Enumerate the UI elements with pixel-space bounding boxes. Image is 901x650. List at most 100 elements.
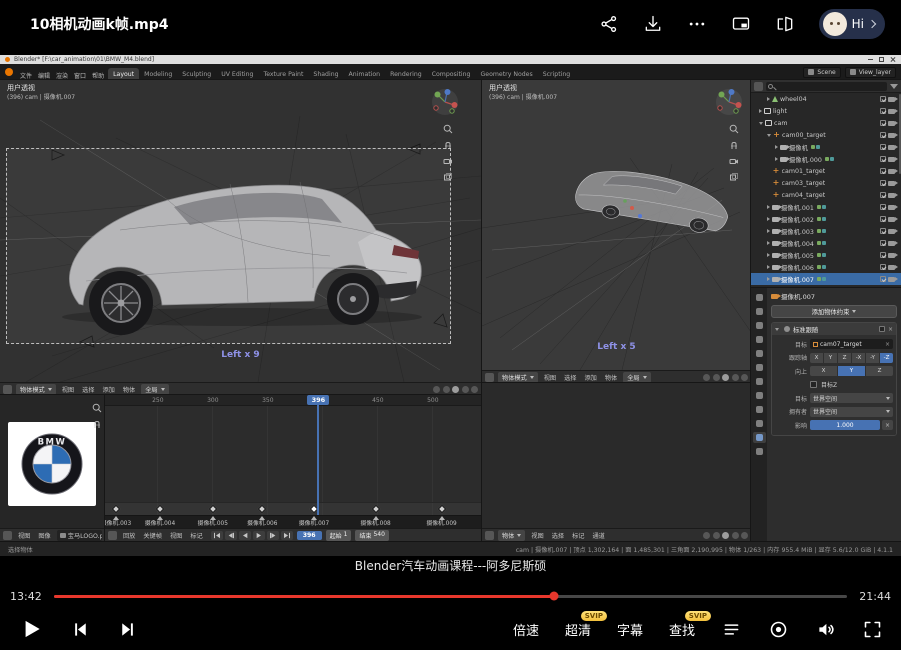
disclosure-icon[interactable] <box>759 109 762 113</box>
camera-toggle-icon[interactable] <box>888 97 895 102</box>
properties-tab-world[interactable] <box>753 362 766 373</box>
frame-end-field[interactable]: 结束540 <box>355 530 388 541</box>
outliner-item[interactable]: 摄像机.004 <box>751 237 901 249</box>
filter-icon[interactable] <box>890 84 898 89</box>
properties-tab-output[interactable] <box>753 320 766 331</box>
outliner-search-input[interactable] <box>766 82 887 91</box>
editor-type-icon[interactable] <box>108 531 117 540</box>
frame-start-field[interactable]: 起始1 <box>326 530 352 541</box>
disclosure-icon[interactable] <box>767 253 770 257</box>
viewport-menu[interactable]: 通道 <box>591 531 607 540</box>
scene-select[interactable]: Scene <box>803 67 840 78</box>
jump-start-button[interactable] <box>211 531 223 540</box>
driver-remove-icon[interactable]: × <box>882 420 893 430</box>
app-menu[interactable]: 帮助 <box>89 71 107 80</box>
viewport-menu[interactable]: 选择 <box>562 373 578 382</box>
camera-toggle-icon[interactable] <box>888 205 895 210</box>
camera-toggle-icon[interactable] <box>888 169 895 174</box>
axis-option[interactable]: Z <box>838 353 851 363</box>
fullscreen-button[interactable] <box>862 619 883 640</box>
disclosure-icon[interactable] <box>767 217 770 221</box>
disclosure-icon[interactable] <box>759 122 763 125</box>
properties-tab-modifiers[interactable] <box>753 390 766 401</box>
axis-option[interactable]: X <box>810 366 837 376</box>
workspace-tab[interactable]: Shading <box>308 68 343 80</box>
find-button[interactable]: 查找SVIP <box>669 620 695 639</box>
zoom-icon[interactable] <box>92 403 102 413</box>
editor-menu[interactable]: 视图 <box>16 531 32 540</box>
influence-slider[interactable]: 1.000 <box>810 420 880 430</box>
toggle-icon[interactable] <box>722 532 729 539</box>
car-wireframe-model[interactable] <box>573 165 732 236</box>
editor-type-icon[interactable] <box>754 82 763 91</box>
checkbox-icon[interactable] <box>880 108 886 114</box>
properties-tab-render[interactable] <box>753 306 766 317</box>
disclosure-icon[interactable] <box>767 229 770 233</box>
timeline-keys[interactable] <box>105 502 481 515</box>
progress-bar[interactable] <box>54 595 848 598</box>
workspace-tab[interactable]: UV Editing <box>216 68 258 80</box>
camera-view-icon[interactable] <box>729 156 739 166</box>
editor-type-icon[interactable] <box>485 531 494 540</box>
navigation-gizmo-icon[interactable] <box>715 88 743 116</box>
camera-toggle-icon[interactable] <box>888 217 895 222</box>
enable-checkbox[interactable] <box>879 326 885 332</box>
app-menu[interactable]: 窗口 <box>71 71 89 80</box>
outliner-item[interactable]: +cam00_target <box>751 129 901 141</box>
target-field[interactable]: cam07_target× <box>810 339 893 349</box>
axis-option[interactable]: X <box>810 353 823 363</box>
add-constraint-button[interactable]: 添加物体约束 <box>771 305 897 318</box>
clear-icon[interactable]: × <box>885 341 890 348</box>
play-button[interactable] <box>18 616 44 642</box>
toggle-icon[interactable] <box>471 386 478 393</box>
camera-toggle-icon[interactable] <box>888 241 895 246</box>
outliner-item[interactable]: light <box>751 105 901 117</box>
toggle-icon[interactable] <box>433 386 440 393</box>
viewport-menu[interactable]: 物体 <box>121 385 137 394</box>
viewport-menu[interactable]: 选择 <box>550 531 566 540</box>
checkbox-icon[interactable] <box>880 156 886 162</box>
outliner-item[interactable]: cam <box>751 117 901 129</box>
delete-constraint-icon[interactable]: × <box>888 326 893 333</box>
disclosure-icon[interactable] <box>775 157 778 161</box>
workspace-tab[interactable]: Layout <box>108 68 139 80</box>
app-menu[interactable]: 文件 <box>17 71 35 80</box>
properties-tab-scene[interactable] <box>753 348 766 359</box>
outliner-item[interactable]: 摄像机.005 <box>751 249 901 261</box>
checkbox-icon[interactable] <box>880 144 886 150</box>
workspace-tab[interactable]: Sculpting <box>177 68 216 80</box>
speed-button[interactable]: 倍速 <box>513 620 539 639</box>
ortho-toggle-icon[interactable] <box>443 172 453 182</box>
marker-label[interactable]: 摄像机.009 <box>426 518 456 527</box>
properties-tab-particles[interactable] <box>753 404 766 415</box>
playhead-pill[interactable]: 396 <box>307 395 329 405</box>
outliner-item[interactable]: 摄像机 <box>751 141 901 153</box>
axis-option[interactable]: -Y <box>866 353 879 363</box>
gizmo-y-handle[interactable] <box>623 199 627 203</box>
viewport-menu[interactable]: 标记 <box>570 531 586 540</box>
marker-label[interactable]: 摄像机.008 <box>360 518 390 527</box>
workspace-tab[interactable]: Compositing <box>427 68 476 80</box>
disclosure-icon[interactable] <box>767 277 770 281</box>
camera-toggle-icon[interactable] <box>888 133 895 138</box>
disclosure-icon[interactable] <box>767 241 770 245</box>
mode-select[interactable]: 物体模式 <box>16 384 56 395</box>
marker-label[interactable]: 摄像机.004 <box>145 518 175 527</box>
marker-label[interactable]: 摄像机.007 <box>299 518 329 527</box>
image-editor[interactable]: BMW 视图图像宝马LOGO.png× <box>0 395 105 541</box>
checkbox-icon[interactable] <box>880 192 886 198</box>
next-keyframe-button[interactable] <box>267 531 279 540</box>
toggle-icon[interactable] <box>452 386 459 393</box>
workspace-tab[interactable]: Modeling <box>139 68 177 80</box>
previous-button[interactable] <box>70 619 91 640</box>
axis-option[interactable]: Y <box>824 353 837 363</box>
minimize-icon[interactable] <box>868 59 873 60</box>
toggle-icon[interactable] <box>443 386 450 393</box>
keyframe-icon[interactable] <box>371 505 379 513</box>
viewport-3d-left[interactable]: 用户透视 (396) cam | 摄像机.007 <box>0 80 481 395</box>
owner-space-select[interactable]: 世界空间 <box>810 407 893 417</box>
target-z-checkbox[interactable] <box>810 381 817 388</box>
more-options-icon[interactable] <box>687 14 707 34</box>
mode-select[interactable]: 物体 <box>498 530 525 541</box>
pan-hand-icon[interactable] <box>729 140 739 150</box>
